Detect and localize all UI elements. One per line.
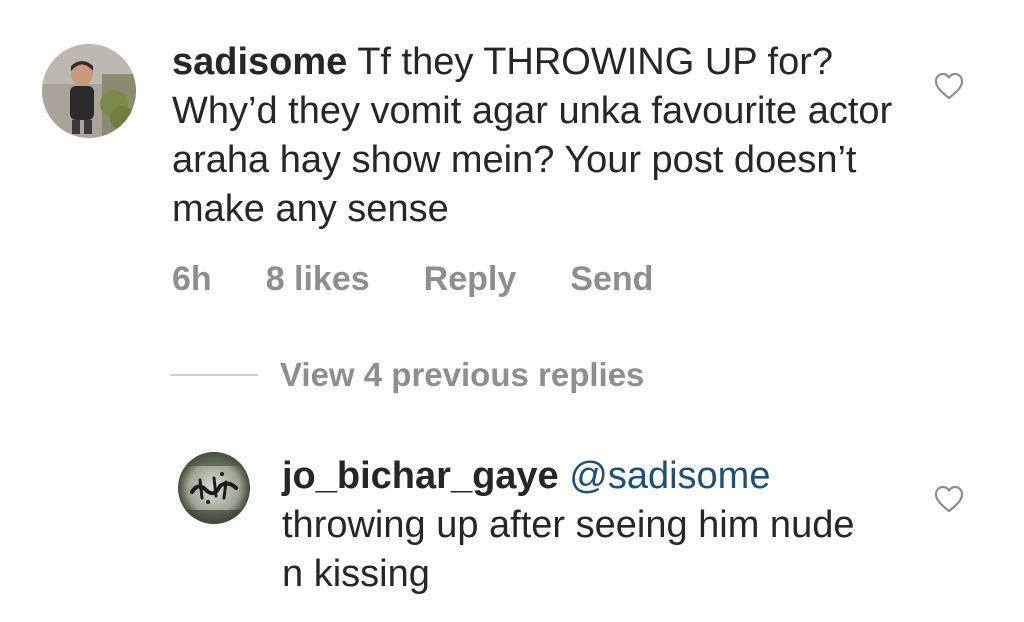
child-photo-avatar-icon [42, 44, 136, 138]
user-avatar[interactable] [42, 44, 136, 138]
reply-user-avatar[interactable] [178, 452, 250, 524]
reply-button[interactable]: Reply [424, 260, 517, 299]
view-previous-replies-button[interactable]: View 4 previous replies [170, 356, 644, 394]
heart-outline-icon [934, 485, 964, 513]
comment-body: sadisome Tf they THROWING UP for? Why’d … [172, 38, 912, 234]
comment-username[interactable]: sadisome [172, 41, 347, 83]
calligraphy-logo-avatar-icon [178, 452, 250, 524]
reply-like-button[interactable] [934, 485, 964, 513]
comment-like-button[interactable] [934, 72, 964, 100]
reply-body: jo_bichar_gaye @sadisome throwing up aft… [282, 452, 882, 599]
reply-username[interactable]: jo_bichar_gaye [282, 455, 559, 497]
replies-divider [170, 374, 258, 376]
send-button[interactable]: Send [570, 260, 653, 299]
comment-meta: 6h 8 likes Reply Send [172, 260, 653, 299]
reply-mention[interactable]: @sadisome [569, 455, 770, 497]
view-replies-label: View 4 previous replies [280, 356, 645, 393]
comment-likes-count[interactable]: 8 likes [266, 260, 370, 299]
heart-outline-icon [934, 72, 964, 100]
comment-time: 6h [172, 260, 212, 298]
reply-text: throwing up after seeing him nude n kiss… [282, 504, 855, 595]
